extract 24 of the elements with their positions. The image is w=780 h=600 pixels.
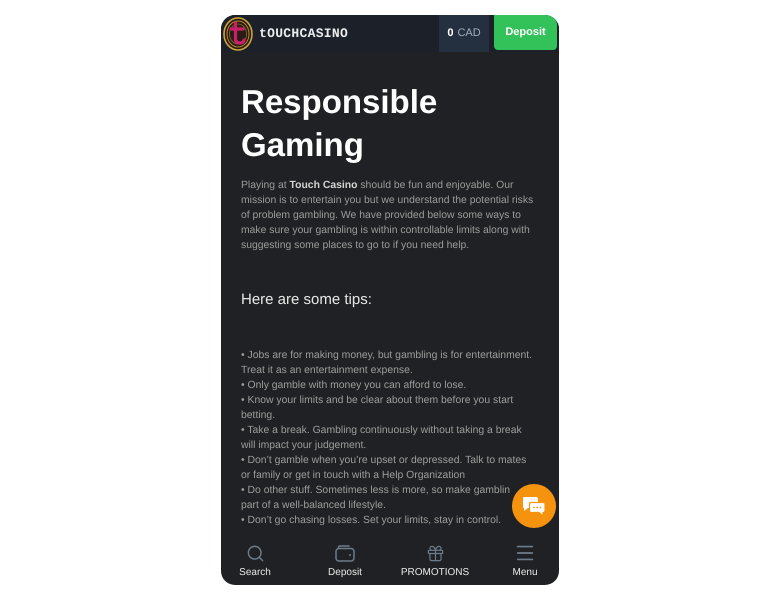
chat-button[interactable] xyxy=(512,484,556,528)
promotions-tab[interactable]: PROMOTIONS xyxy=(401,537,469,585)
tips-heading: Here are some tips: xyxy=(241,290,373,310)
intro-text: Playing at Touch Casino should be fun and enjoyable. Our mission is to entertain you but we understand the potential risks of problem gambling. We have provided below some ways to make sure your gambling is within controllable limits along with suggesting some places to go to if you need help. xyxy=(241,179,534,253)
currency-label: CAD xyxy=(457,26,481,42)
search-icon xyxy=(246,544,264,562)
tip-text: • Only gamble with money you can afford to lose. xyxy=(241,380,466,391)
logo-icon xyxy=(223,16,253,50)
tip-text: • Take a break. Gambling continuously without taking a break will impact your judgement. xyxy=(241,425,522,451)
page-title: Responsible Gaming xyxy=(241,82,438,165)
tip-text: • Don’t go chasing losses. Set your limits, stay in control. xyxy=(241,515,502,526)
gift-icon xyxy=(426,544,444,562)
chat-icon xyxy=(522,496,546,516)
tip-text: part of a well-balanced lifestyle. xyxy=(241,499,386,513)
search-tab[interactable]: Search xyxy=(221,537,289,585)
tip-text: • Jobs are for making money, but gambling is for entertainment. Treat it as an entertainment expense. xyxy=(241,350,532,376)
deposit-tab[interactable]: Deposit xyxy=(311,537,379,585)
tip-text: • Don’t gamble when you’re upset or depressed. Talk to mates or family or get in touch with a Help Organization xyxy=(241,455,526,481)
tip-text: • Know your limits and be clear about them before you start betting. xyxy=(241,395,514,421)
wallet-icon xyxy=(335,544,355,562)
balance-amount: 0 xyxy=(447,26,454,42)
tip-text: • Do other stuff. Sometimes less is more, so make gamblin xyxy=(241,485,510,496)
menu-tab[interactable]: Menu xyxy=(491,537,559,585)
logo-text: tOUCHCASINO xyxy=(259,27,348,40)
